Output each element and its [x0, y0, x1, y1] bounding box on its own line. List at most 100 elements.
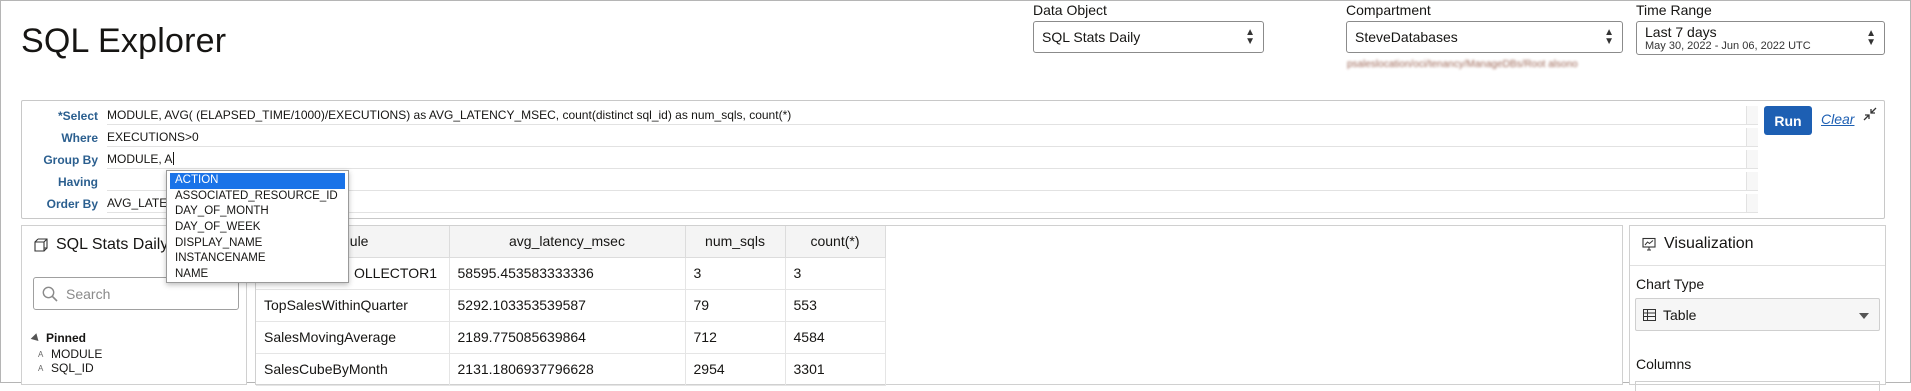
- search-placeholder: Search: [66, 285, 111, 302]
- results-table: dule avg_latency_msec num_sqls count(*) …: [256, 226, 886, 386]
- run-button[interactable]: Run: [1764, 106, 1812, 135]
- time-range-select[interactable]: Last 7 days May 30, 2022 - Jun 06, 2022 …: [1636, 21, 1885, 55]
- text-caret: [173, 152, 175, 165]
- autocomplete-item-associated-resource-id[interactable]: ASSOCIATED_RESOURCE_ID: [170, 189, 345, 205]
- group-by-input[interactable]: MODULE, A: [107, 150, 1758, 169]
- table-cell: SalesCubeByMonth: [256, 353, 450, 386]
- table-cell: 3: [785, 257, 886, 290]
- autocomplete-item-day-of-month[interactable]: DAY_OF_MONTH: [170, 204, 345, 220]
- scroll-stub: [1746, 128, 1758, 146]
- table-cell: 2954: [685, 353, 786, 386]
- monitor-chart-icon: [1642, 237, 1656, 251]
- autocomplete-item-display-name[interactable]: DISPLAY_NAME: [170, 236, 345, 252]
- table-cell: SalesMovingAverage: [256, 321, 450, 354]
- compartment-field: Compartment SteveDatabases ▲ ▼: [1346, 2, 1623, 53]
- having-label: Having: [57, 175, 98, 189]
- visualization-panel: Visualization Chart Type Table Columns: [1629, 225, 1886, 391]
- compartment-select[interactable]: SteveDatabases ▲ ▼: [1346, 21, 1623, 53]
- scroll-stub: [1746, 172, 1758, 190]
- updown-chevron-icon: ▲ ▼: [1245, 27, 1255, 47]
- data-object-value: SQL Stats Daily: [1042, 29, 1141, 45]
- order-by-value: AVG_LATE: [107, 196, 168, 210]
- data-object-label: Data Object: [1033, 2, 1107, 18]
- table-cell: 58595.453583333336: [449, 257, 686, 290]
- having-input[interactable]: [107, 172, 1758, 191]
- table-cell: 79: [685, 289, 786, 322]
- table-cell: 712: [685, 321, 786, 354]
- table-cell: 553: [785, 289, 886, 322]
- collapse-triangle-icon: [30, 332, 42, 344]
- group-by-value: MODULE, A: [107, 152, 173, 166]
- panel-title: SQL Stats Daily: [34, 236, 168, 254]
- table-cell: TopSalesWithinQuarter: [256, 289, 450, 322]
- table-cell: 3301: [785, 353, 886, 386]
- collapse-icon[interactable]: [1862, 106, 1878, 122]
- pinned-section-header[interactable]: Pinned: [30, 331, 87, 345]
- autocomplete-item-action[interactable]: ACTION: [170, 173, 345, 189]
- pinned-field-sql-id[interactable]: A SQL_ID: [38, 361, 94, 375]
- order-by-label: Order By: [46, 197, 98, 211]
- cube-icon: [34, 238, 48, 252]
- columns-label: Columns: [1636, 356, 1692, 372]
- results-panel: dule avg_latency_msec num_sqls count(*) …: [255, 225, 1623, 386]
- time-range-value: Last 7 days: [1645, 23, 1717, 40]
- table-row: OLLECTOR1 58595.453583333336 3 3: [256, 257, 886, 290]
- where-input[interactable]: EXECUTIONS>0: [107, 128, 1758, 147]
- scroll-stub: [1746, 150, 1758, 168]
- table-cell: 4584: [785, 321, 886, 354]
- column-header-num-sqls[interactable]: num_sqls: [685, 226, 786, 258]
- visualization-title: Visualization: [1642, 235, 1754, 253]
- time-range-dates: May 30, 2022 - Jun 06, 2022 UTC: [1645, 39, 1811, 52]
- page-title: SQL Explorer: [21, 22, 227, 60]
- select-row: *Select: [22, 106, 98, 126]
- where-label: Where: [61, 131, 98, 145]
- divider: [1630, 265, 1885, 266]
- table-cell: 2189.775085639864: [449, 321, 686, 354]
- table-icon: [1643, 308, 1656, 321]
- pinned-field-label: MODULE: [51, 347, 103, 361]
- autocomplete-dropdown: ACTION ASSOCIATED_RESOURCE_ID DAY_OF_MON…: [166, 170, 349, 283]
- where-value: EXECUTIONS>0: [107, 130, 199, 144]
- data-object-select[interactable]: SQL Stats Daily ▲ ▼: [1033, 21, 1264, 53]
- column-header-count[interactable]: count(*): [785, 226, 886, 258]
- updown-chevron-icon: ▲ ▼: [1866, 28, 1876, 48]
- data-object-field: Data Object SQL Stats Daily ▲ ▼: [1033, 2, 1264, 53]
- select-label: *Select: [57, 109, 98, 123]
- search-icon: [42, 286, 58, 302]
- compartment-label: Compartment: [1346, 2, 1431, 18]
- order-by-input[interactable]: AVG_LATE: [107, 194, 1758, 213]
- table-cell: 2131.1806937796628: [449, 353, 686, 386]
- chart-type-label: Chart Type: [1636, 276, 1705, 292]
- pinned-field-module[interactable]: A MODULE: [38, 347, 102, 361]
- pinned-field-label: SQL_ID: [51, 361, 94, 375]
- visualization-title-text: Visualization: [1664, 235, 1754, 252]
- compartment-path: psaleslocation/oci/tenancy/ManageDBs/Roo…: [1347, 59, 1578, 70]
- table-cell: 5292.103353539587: [449, 289, 686, 322]
- group-by-label: Group By: [43, 153, 98, 167]
- time-range-field: Time Range Last 7 days May 30, 2022 - Ju…: [1636, 2, 1885, 55]
- select-value: MODULE, AVG( (ELAPSED_TIME/1000)/EXECUTI…: [107, 108, 792, 122]
- order-by-row: Order By: [22, 194, 98, 214]
- chart-type-value: Table: [1663, 306, 1697, 323]
- where-row: Where: [22, 128, 98, 148]
- column-header-avg-latency[interactable]: avg_latency_msec: [449, 226, 686, 258]
- select-input[interactable]: MODULE, AVG( (ELAPSED_TIME/1000)/EXECUTI…: [107, 106, 1758, 125]
- scroll-stub: [1746, 194, 1758, 212]
- table-row: SalesMovingAverage 2189.775085639864 712…: [256, 321, 886, 354]
- autocomplete-item-day-of-week[interactable]: DAY_OF_WEEK: [170, 220, 345, 236]
- group-by-row: Group By: [22, 150, 98, 170]
- table-row: SalesCubeByMonth 2131.1806937796628 2954…: [256, 353, 886, 386]
- autocomplete-item-instancename[interactable]: INSTANCENAME: [170, 251, 345, 267]
- table-cell: 3: [685, 257, 786, 290]
- autocomplete-item-name[interactable]: NAME: [170, 267, 345, 283]
- table-header-row: dule avg_latency_msec num_sqls count(*): [256, 226, 886, 258]
- compartment-value: SteveDatabases: [1355, 29, 1458, 45]
- clear-link[interactable]: Clear: [1821, 111, 1854, 127]
- chart-type-select[interactable]: Table: [1635, 298, 1880, 331]
- table-row: TopSalesWithinQuarter 5292.103353539587 …: [256, 289, 886, 322]
- text-type-icon: A: [38, 363, 44, 373]
- pinned-label: Pinned: [46, 331, 87, 345]
- panel-title-text: SQL Stats Daily: [56, 236, 169, 253]
- scroll-stub: [1746, 106, 1758, 124]
- having-row: Having: [22, 172, 98, 192]
